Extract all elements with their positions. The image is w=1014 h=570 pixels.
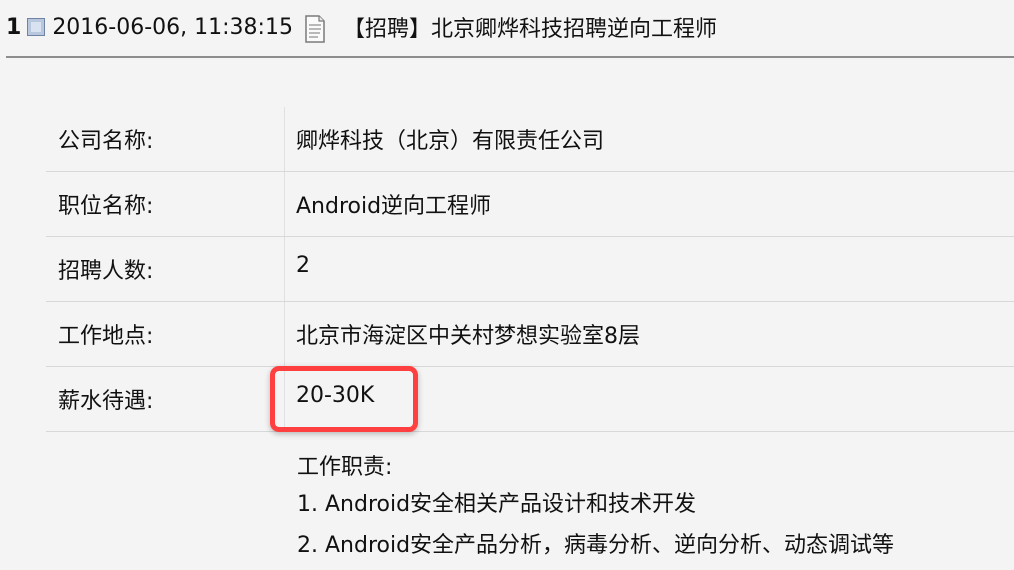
- position-label: 职位名称:: [58, 194, 154, 219]
- job-info-row-salary: 薪水待遇: 20-30K: [46, 367, 1014, 432]
- location-label: 工作地点:: [58, 324, 154, 349]
- job-info-row-position: 职位名称: Android逆向工程师: [46, 172, 1014, 237]
- duty-item: 2. Android安全产品分析，病毒分析、逆向分析、动态调试等: [297, 533, 895, 558]
- header-divider: [6, 56, 1014, 58]
- company-value: 卿烨科技（北京）有限责任公司: [296, 129, 605, 154]
- headcount-value: 2: [296, 253, 310, 278]
- company-label: 公司名称:: [58, 129, 154, 154]
- post-status-icon: [27, 18, 46, 36]
- duties-title: 工作职责:: [297, 455, 393, 480]
- job-info-row-company: 公司名称: 卿烨科技（北京）有限责任公司: [46, 107, 1014, 172]
- location-value: 北京市海淀区中关村梦想实验室8层: [296, 324, 640, 349]
- post-header: 1 2016-06-06, 11:38:15 【招聘】北京卿烨科技招聘逆向工程师: [0, 0, 1014, 54]
- post-number: 1: [6, 14, 22, 40]
- job-info-row-headcount: 招聘人数: 2: [46, 237, 1014, 302]
- salary-value: 20-30K: [296, 383, 375, 408]
- salary-label: 薪水待遇:: [58, 389, 154, 414]
- duty-item: 1. Android安全相关产品设计和技术开发: [297, 492, 697, 517]
- position-value: Android逆向工程师: [296, 194, 492, 219]
- post-title[interactable]: 【招聘】北京卿烨科技招聘逆向工程师: [343, 11, 717, 43]
- post-timestamp: 2016-06-06, 11:38:15: [52, 14, 293, 40]
- job-info-row-location: 工作地点: 北京市海淀区中关村梦想实验室8层: [46, 302, 1014, 367]
- job-info-table: 公司名称: 卿烨科技（北京）有限责任公司 职位名称: Android逆向工程师 …: [46, 107, 1014, 432]
- document-icon: [303, 14, 327, 44]
- headcount-label: 招聘人数:: [58, 259, 154, 284]
